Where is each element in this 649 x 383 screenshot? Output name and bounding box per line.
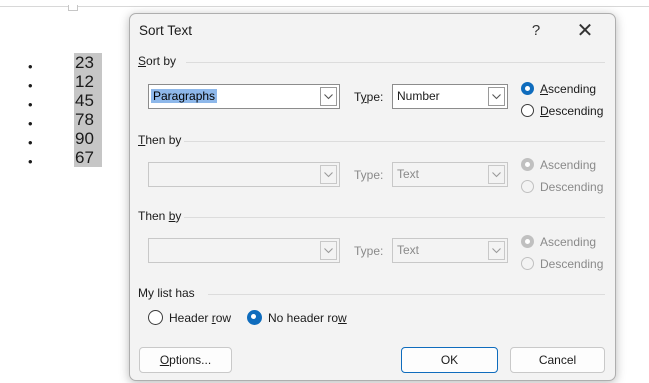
then-by-label: Then by	[138, 133, 181, 147]
sort-by-label-text: ort by	[146, 54, 177, 68]
header-row-label-text: ow	[215, 311, 232, 325]
sort-by-type-label: Type:	[354, 90, 383, 104]
then-by-2-ascending-label[interactable]: Ascending	[540, 235, 596, 249]
no-header-row-access-key: w	[338, 311, 347, 325]
then-by-descending-radio[interactable]	[521, 180, 534, 193]
ascending-label-text: scending	[548, 82, 597, 96]
bullet-icon: •	[28, 116, 33, 131]
then-by-type-value: Text	[397, 167, 420, 181]
sort-by-type-dropdown[interactable]: Number	[392, 84, 508, 109]
sort-by-ascending-label[interactable]: Ascending	[540, 82, 596, 96]
bullet-icon: •	[28, 78, 33, 93]
bullet-icon: •	[28, 97, 33, 112]
sort-by-field-dropdown[interactable]: Paragraphs	[148, 84, 340, 109]
sort-by-descending-radio[interactable]	[521, 104, 534, 117]
ok-button[interactable]: OK	[401, 347, 498, 373]
then-by-2-type-value: Text	[397, 243, 420, 257]
then-by-2-field-dropdown[interactable]	[148, 238, 340, 263]
type-label-text: pe:	[366, 90, 384, 104]
then-by-divider	[184, 141, 605, 142]
ruler-marker	[68, 5, 78, 11]
then-by-2-descending-radio[interactable]	[521, 257, 534, 270]
header-row-label-text: Header	[169, 311, 212, 325]
bullet-icon: •	[28, 59, 33, 74]
chevron-down-icon[interactable]	[488, 241, 505, 260]
then-by-2-label: Then by	[138, 209, 181, 223]
then-by-ascending-label[interactable]: Ascending	[540, 158, 596, 172]
document-top-border	[0, 6, 649, 7]
then-by-2-descending-label[interactable]: Descending	[540, 257, 603, 271]
bullet-icon: •	[28, 135, 33, 150]
then-by-2-label-text: Then	[138, 209, 169, 223]
bullet-icon: •	[28, 154, 33, 169]
sort-by-type-value: Number	[397, 89, 440, 103]
list-item-text[interactable]: 23	[74, 53, 102, 72]
list-item-text[interactable]: 12	[74, 72, 102, 91]
header-row-radio[interactable]	[148, 310, 163, 325]
sort-by-access-key: S	[138, 54, 147, 68]
type-label-text: T	[354, 90, 361, 104]
ascending-access-key: A	[540, 82, 549, 96]
header-row-label[interactable]: Header row	[169, 311, 231, 325]
then-by-descending-label[interactable]: Descending	[540, 180, 603, 194]
close-button[interactable]: ✕	[570, 18, 600, 44]
then-by-2-label-text: y	[175, 209, 182, 223]
descending-access-key: D	[540, 104, 549, 118]
then-by-label-text: hen by	[145, 133, 182, 147]
help-button[interactable]: ?	[524, 20, 548, 42]
no-header-row-label-text: No header ro	[268, 311, 339, 325]
chevron-down-icon[interactable]	[320, 241, 337, 260]
chevron-down-icon[interactable]	[320, 87, 337, 106]
cancel-button[interactable]: Cancel	[510, 347, 605, 373]
options-access-key: O	[159, 353, 170, 367]
no-header-row-label[interactable]: No header row	[268, 311, 347, 325]
then-by-type-dropdown[interactable]: Text	[392, 162, 508, 187]
list-item-text[interactable]: 45	[74, 91, 102, 110]
list-item-text[interactable]: 67	[74, 148, 102, 167]
list-item-text[interactable]: 78	[74, 110, 102, 129]
my-list-has-divider	[208, 294, 605, 295]
sort-by-descending-label[interactable]: Descending	[540, 104, 603, 118]
descending-label-text: escending	[548, 104, 604, 118]
sort-by-ascending-radio[interactable]	[521, 82, 534, 95]
then-by-field-dropdown[interactable]	[148, 162, 340, 187]
then-by-ascending-radio[interactable]	[521, 158, 534, 171]
then-by-2-type-label: Type:	[354, 244, 384, 258]
sort-by-label: Sort by	[138, 54, 176, 68]
chevron-down-icon[interactable]	[488, 87, 505, 106]
chevron-down-icon[interactable]	[320, 165, 337, 184]
no-header-row-radio[interactable]	[247, 310, 262, 325]
list-item-text[interactable]: 90	[74, 129, 102, 148]
dialog-title-bar[interactable]: Sort Text ? ✕	[130, 14, 615, 48]
chevron-down-icon[interactable]	[488, 165, 505, 184]
then-by-type-label: Type:	[354, 168, 384, 182]
then-by-2-ascending-radio[interactable]	[521, 235, 534, 248]
then-by-2-divider	[184, 217, 605, 218]
then-by-2-type-dropdown[interactable]: Text	[392, 238, 508, 263]
options-button-label: ptions...	[169, 353, 212, 367]
options-button[interactable]: Options...	[139, 347, 232, 373]
sort-by-field-value: Paragraphs	[151, 89, 218, 103]
sort-by-divider	[186, 62, 605, 63]
my-list-has-label: My list has	[138, 286, 195, 300]
dialog-title: Sort Text	[139, 23, 193, 38]
sort-text-dialog: Sort Text ? ✕ Sort by Paragraphs Type: N…	[129, 13, 616, 381]
